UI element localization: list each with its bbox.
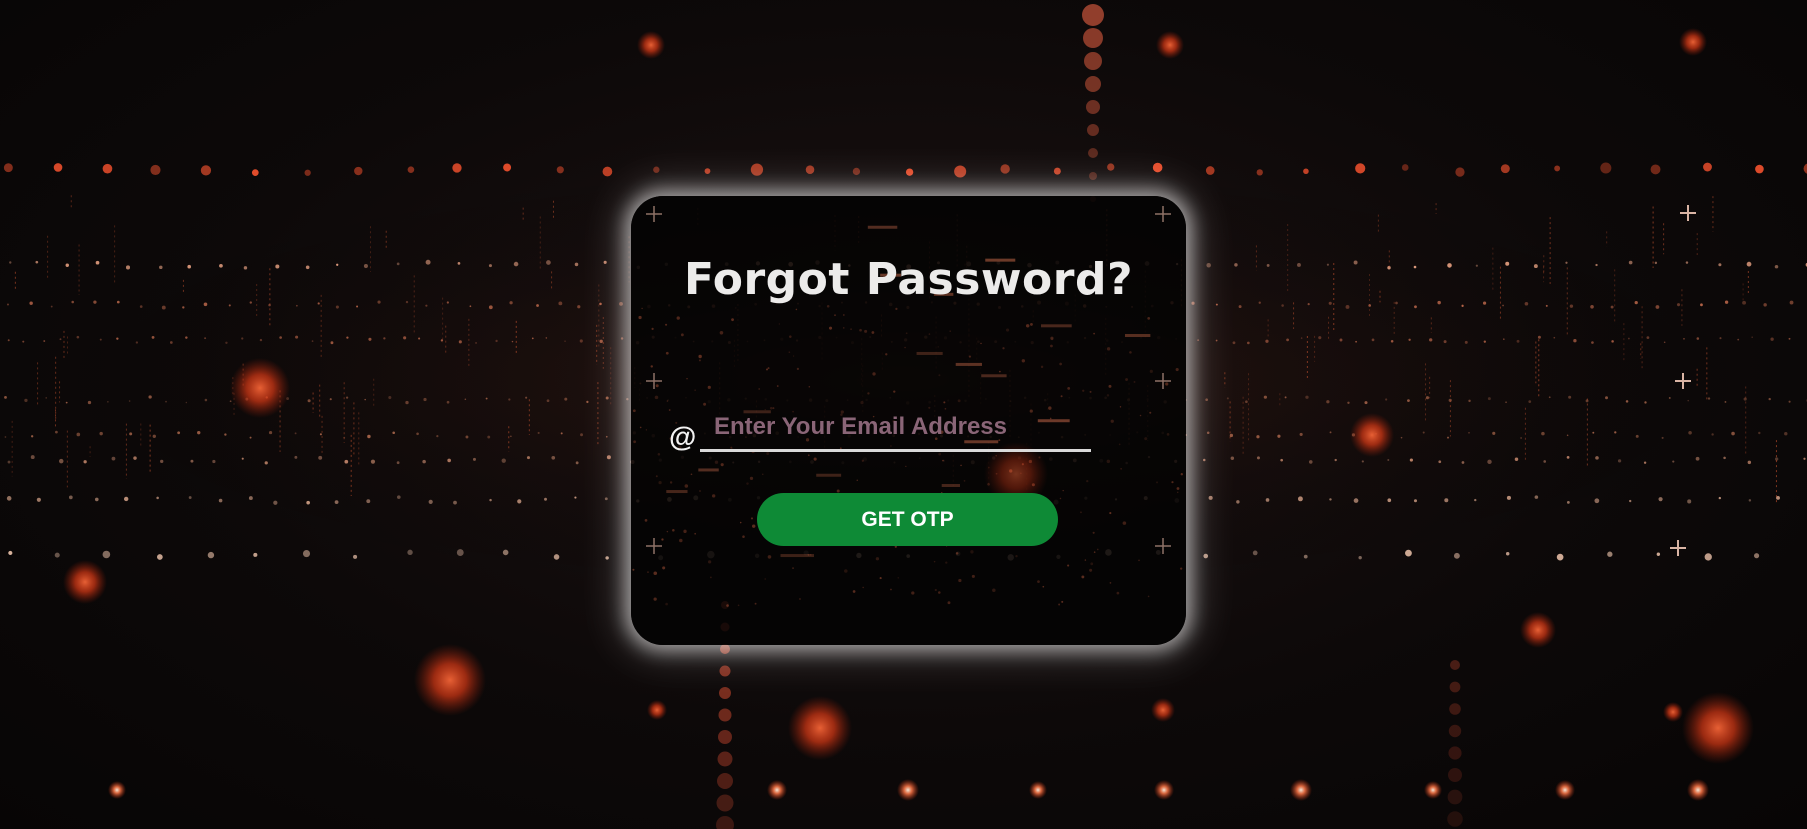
at-sign-icon: @: [669, 421, 697, 452]
email-input[interactable]: [700, 409, 1091, 452]
page-title: Forgot Password?: [683, 254, 1133, 305]
forgot-password-card: Forgot Password? @ GET OTP: [631, 196, 1186, 645]
get-otp-button[interactable]: GET OTP: [757, 493, 1058, 546]
